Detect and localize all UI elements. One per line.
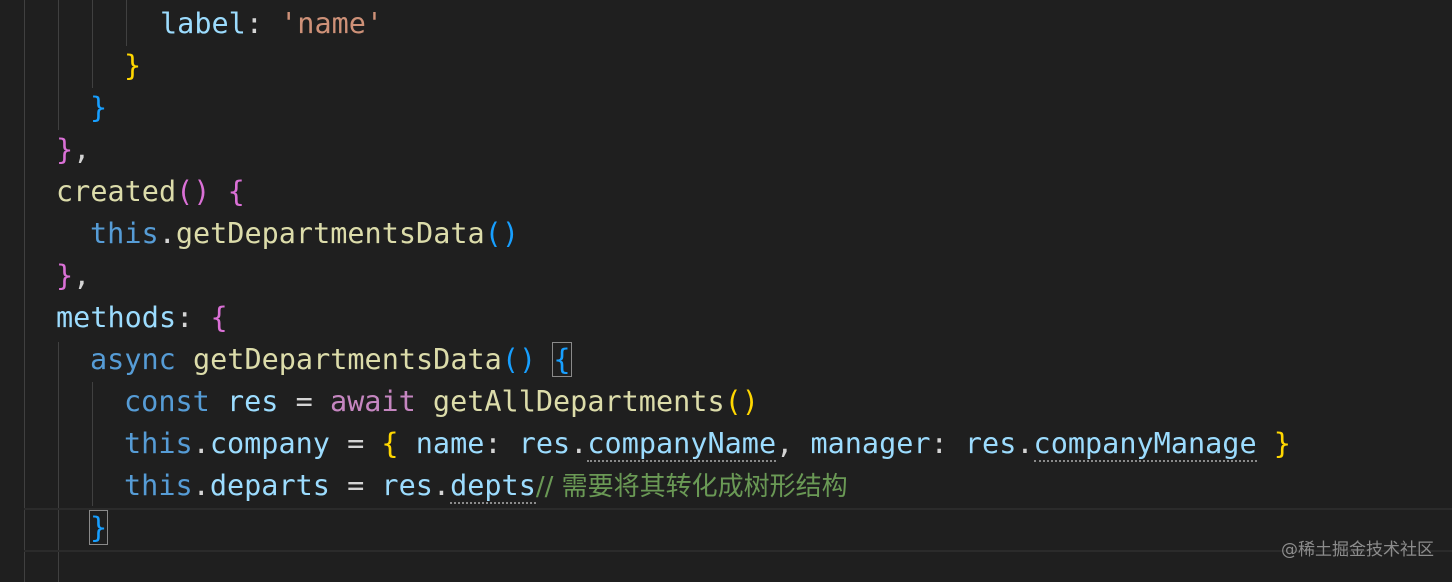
object-key: label (160, 7, 246, 40)
code-line[interactable]: }, (0, 255, 90, 297)
parens: () (501, 343, 537, 376)
opening-brace: { (210, 301, 228, 334)
code-line[interactable]: } (0, 507, 109, 549)
current-line-highlight (24, 508, 1452, 552)
code-editor[interactable]: label: 'name' } } }, created() { this.ge… (0, 0, 1452, 582)
code-line[interactable]: const res = await getAllDepartments() (0, 381, 759, 423)
dot: . (1016, 427, 1034, 460)
paren-close: ) (193, 175, 211, 208)
colon: : (484, 427, 519, 460)
opening-brace: { (381, 427, 399, 460)
closing-brace: } (90, 91, 108, 124)
opening-brace: { (227, 175, 245, 208)
matched-opening-brace: { (552, 342, 572, 377)
property-with-hint[interactable]: companyName (587, 427, 777, 462)
paren-open: ( (484, 217, 502, 250)
paren-open: ( (724, 385, 742, 418)
dot: . (192, 469, 210, 502)
variable-name: res (964, 427, 1017, 460)
object-key: methods (56, 301, 177, 334)
colon: : (930, 427, 965, 460)
this-keyword: this (90, 217, 159, 250)
code-line[interactable]: } (0, 45, 141, 87)
closing-brace: } (1273, 427, 1291, 460)
variable-name: res (381, 469, 433, 502)
paren-open: ( (176, 175, 194, 208)
method-name: getDepartmentsData (192, 343, 502, 376)
assign-operator: = (329, 469, 382, 502)
property-with-hint[interactable]: depts (450, 469, 536, 504)
code-line[interactable]: label: 'name' (0, 3, 383, 45)
property-name: company (209, 427, 330, 460)
await-keyword: await (329, 385, 416, 418)
colon: : (245, 7, 281, 40)
code-line[interactable]: methods: { (0, 297, 228, 339)
paren-close: ) (741, 385, 759, 418)
property-with-hint[interactable]: companyManage (1033, 427, 1257, 462)
this-keyword: this (124, 469, 193, 502)
watermark: @稀土掘金技术社区 (1281, 540, 1434, 560)
matched-closing-brace: } (88, 510, 109, 545)
function-call: getAllDepartments (432, 385, 725, 418)
closing-brace: } (124, 49, 142, 82)
assign-operator: = (278, 385, 330, 418)
property-name: departs (209, 469, 330, 502)
dot: . (158, 217, 176, 250)
code-line[interactable]: this.company = { name: res.companyName, … (0, 423, 1291, 465)
comma: , (776, 427, 811, 460)
closing-brace: } (56, 133, 74, 166)
colon: : (176, 301, 211, 334)
dot: . (432, 469, 451, 502)
code-line[interactable]: async getDepartmentsData() { (0, 339, 572, 381)
comma: , (73, 259, 91, 292)
async-keyword: async (90, 343, 176, 376)
const-keyword: const (124, 385, 210, 418)
code-line[interactable]: }, (0, 129, 90, 171)
code-comment: // 需要将其转化成树形结构 (535, 472, 848, 502)
variable-name: res (226, 385, 279, 418)
assign-operator: = (329, 427, 382, 460)
comma: , (73, 133, 91, 166)
string-literal: 'name' (280, 7, 384, 40)
code-line[interactable]: } (0, 87, 107, 129)
variable-name: res (518, 427, 571, 460)
code-line[interactable]: this.departs = res.depts// 需要将其转化成树形结构 (0, 465, 848, 507)
code-line[interactable]: this.getDepartmentsData() (0, 213, 519, 255)
dot: . (192, 427, 210, 460)
method-call: getDepartmentsData (175, 217, 485, 250)
paren-close: ) (501, 217, 520, 250)
code-line[interactable]: created() { (0, 171, 245, 213)
method-name: created (56, 175, 177, 208)
object-key: manager (810, 427, 931, 460)
this-keyword: this (124, 427, 193, 460)
dot: . (570, 427, 588, 460)
object-key: name (415, 427, 485, 460)
closing-brace: } (56, 259, 74, 292)
